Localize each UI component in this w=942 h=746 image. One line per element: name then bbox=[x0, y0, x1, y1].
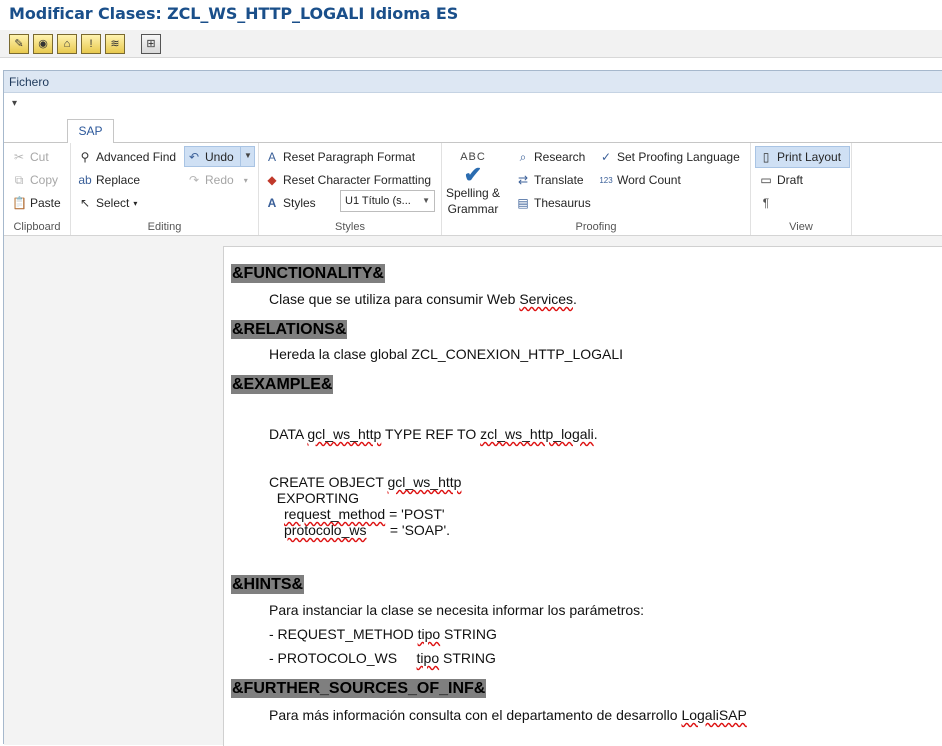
group-clipboard: ✂ Cut ⧉ Copy 📋 Paste Clipboard bbox=[4, 143, 71, 235]
replace-button[interactable]: ab Replace bbox=[78, 170, 140, 190]
research-button[interactable]: ⌕ Research bbox=[516, 147, 586, 167]
redo-button[interactable]: ↷ Redo ▾ bbox=[187, 170, 248, 190]
example-protocol-line: protocolo_ws = 'SOAP'. bbox=[284, 522, 451, 538]
window-title: Modificar Clases: ZCL_WS_HTTP_LOGALI Idi… bbox=[9, 4, 459, 23]
checkmark-icon: ✔ bbox=[463, 162, 483, 187]
replace-icon: ab bbox=[78, 173, 92, 187]
functionality-text: Clase que se utiliza para consumir Web S… bbox=[269, 291, 577, 307]
pattern-icon[interactable]: ≋ bbox=[105, 33, 125, 54]
example-request-line: request_method = 'POST' bbox=[284, 506, 445, 522]
menu-fichero[interactable]: Fichero bbox=[9, 75, 49, 89]
hints-text: Para instanciar la clase se necesita inf… bbox=[269, 602, 645, 618]
redo-icon: ↷ bbox=[188, 173, 200, 187]
hierarchy-icon[interactable]: ⌂ bbox=[57, 33, 77, 54]
cursor-icon: ↖ bbox=[79, 196, 91, 210]
advanced-find-button[interactable]: ⚲ Advanced Find bbox=[78, 147, 176, 167]
language-icon: ✓ bbox=[600, 150, 612, 164]
heading-example: &EXAMPLE& bbox=[231, 375, 334, 394]
show-marks-button[interactable]: ¶ bbox=[759, 193, 773, 213]
heading-hints: &HINTS& bbox=[231, 575, 305, 594]
cut-button[interactable]: ✂ Cut bbox=[12, 147, 49, 167]
clipboard-label: Clipboard bbox=[13, 221, 61, 233]
page-icon: ▯ bbox=[762, 150, 770, 164]
heading-further-sources: &FURTHER_SOURCES_OF_INF& bbox=[231, 679, 487, 698]
insert-icon[interactable]: ⊞ bbox=[141, 33, 161, 54]
word-editor: Fichero ▾ SAP ✂ Cut ⧉ Copy 📋 Paste Clipb… bbox=[3, 70, 942, 746]
undo-button[interactable]: ↶ Undo bbox=[187, 147, 234, 167]
word-count-icon: 123 bbox=[599, 175, 613, 185]
word-count-button[interactable]: 123 Word Count bbox=[599, 170, 681, 190]
view-label: View bbox=[789, 221, 813, 233]
styles-label: Styles bbox=[335, 221, 365, 233]
research-icon: ⌕ bbox=[519, 149, 527, 164]
reset-character-button[interactable]: ◆ Reset Character Formatting bbox=[265, 170, 431, 190]
ribbon: ✂ Cut ⧉ Copy 📋 Paste Clipboard ⚲ Advance… bbox=[4, 143, 942, 236]
reset-paragraph-button[interactable]: A Reset Paragraph Format bbox=[265, 147, 415, 167]
group-editing: ⚲ Advanced Find ab Replace ↖ Select ▾ ↶ … bbox=[71, 143, 259, 235]
styles-icon: A bbox=[267, 196, 277, 210]
example-exporting-line: EXPORTING bbox=[269, 490, 359, 506]
undo-dropdown-button[interactable]: ▼ bbox=[240, 146, 255, 167]
clipboard-icon: 📋 bbox=[12, 196, 27, 210]
copy-icon: ⧉ bbox=[14, 172, 24, 187]
translate-icon: ⇄ bbox=[517, 173, 529, 187]
document-area: &FUNCTIONALITY& Clase que se utiliza par… bbox=[4, 237, 942, 746]
relations-text: Hereda la clase global ZCL_CONEXION_HTTP… bbox=[269, 346, 624, 362]
example-data-line: DATA gcl_ws_http TYPE REF TO zcl_ws_http… bbox=[269, 426, 598, 442]
set-proofing-language-button[interactable]: ✓ Set Proofing Language bbox=[599, 147, 740, 167]
copy-button[interactable]: ⧉ Copy bbox=[12, 170, 58, 190]
print-layout-button[interactable]: ▯ Print Layout bbox=[759, 147, 841, 167]
document-page[interactable]: &FUNCTIONALITY& Clase que se utiliza par… bbox=[223, 246, 942, 746]
group-view: ▯ Print Layout ▭ Draft ¶ View bbox=[751, 143, 852, 235]
ribbon-tabs: SAP bbox=[4, 117, 942, 144]
pilcrow-icon: ¶ bbox=[762, 196, 770, 210]
hint-request-method: - REQUEST_METHOD tipo STRING bbox=[269, 626, 497, 642]
translate-button[interactable]: ⇄ Translate bbox=[516, 170, 584, 190]
chevron-down-icon: ▾ bbox=[133, 198, 138, 208]
proofing-label: Proofing bbox=[575, 221, 617, 233]
eraser-icon: ◆ bbox=[267, 173, 277, 187]
sap-application-toolbar: ✎ ◉ ⌂ ! ≋ ⊞ bbox=[0, 30, 942, 58]
chevron-down-icon: ▼ bbox=[422, 196, 430, 205]
display-icon[interactable]: ◉ bbox=[33, 33, 53, 54]
editing-label: Editing bbox=[147, 221, 182, 233]
styles-button[interactable]: A Styles bbox=[265, 193, 316, 213]
paste-button[interactable]: 📋 Paste bbox=[12, 193, 61, 213]
undo-icon: ↶ bbox=[188, 150, 200, 164]
binoculars-icon: ⚲ bbox=[80, 150, 90, 164]
book-icon: ▤ bbox=[517, 196, 529, 210]
example-create-line: CREATE OBJECT gcl_ws_http bbox=[269, 474, 462, 490]
select-button[interactable]: ↖ Select ▾ bbox=[78, 193, 137, 213]
info-icon[interactable]: ! bbox=[81, 33, 101, 54]
tab-sap[interactable]: SAP bbox=[67, 119, 114, 144]
draft-button[interactable]: ▭ Draft bbox=[759, 170, 803, 190]
heading-functionality: &FUNCTIONALITY& bbox=[231, 264, 385, 283]
spelling-grammar-button[interactable]: ABC ✔ Spelling & Grammar bbox=[444, 149, 502, 217]
draft-icon: ▭ bbox=[760, 173, 772, 187]
edit-icon[interactable]: ✎ bbox=[9, 33, 29, 54]
quick-access-toolbar: ▾ bbox=[4, 93, 942, 117]
group-styles: A Reset Paragraph Format ◆ Reset Charact… bbox=[259, 143, 442, 235]
further-text: Para más información consulta con el dep… bbox=[269, 707, 747, 723]
thesaurus-button[interactable]: ▤ Thesaurus bbox=[516, 193, 590, 213]
hint-protocolo-ws: - PROTOCOLO_WS tipo STRING bbox=[269, 650, 496, 666]
qat-dropdown-icon[interactable]: ▾ bbox=[12, 98, 17, 109]
group-proofing: ABC ✔ Spelling & Grammar ⌕ Research ⇄ Tr… bbox=[442, 143, 751, 235]
style-select[interactable]: U1 Título (s... ▼ bbox=[340, 190, 435, 212]
title-bar: Modificar Clases: ZCL_WS_HTTP_LOGALI Idi… bbox=[0, 0, 942, 28]
scissors-icon: ✂ bbox=[13, 150, 25, 164]
heading-relations: &RELATIONS& bbox=[231, 320, 348, 339]
reset-paragraph-icon: A bbox=[267, 150, 276, 164]
menu-bar: Fichero bbox=[4, 71, 942, 93]
